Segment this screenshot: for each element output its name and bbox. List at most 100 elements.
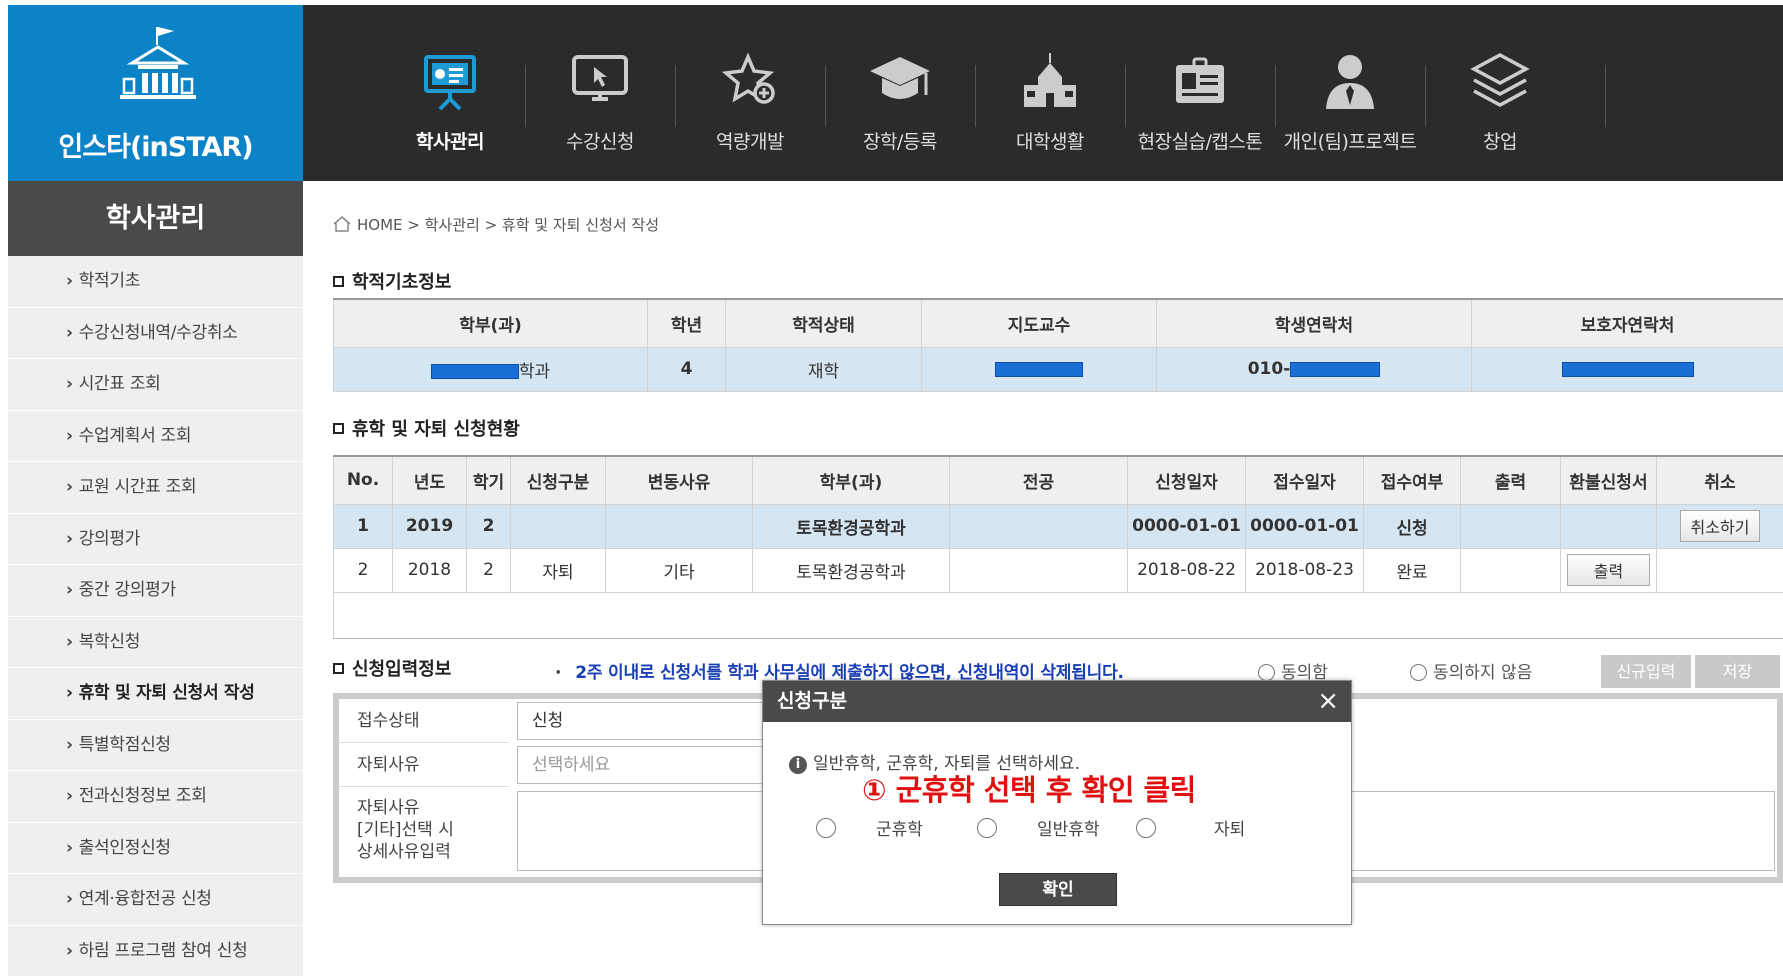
redaction-mask xyxy=(995,362,1083,377)
radio-circle[interactable] xyxy=(816,818,836,838)
cell-apply-date: 2018-08-22 xyxy=(1128,548,1246,592)
redaction-mask xyxy=(1290,362,1380,377)
sidebar-item-faculty-timetable[interactable]: 교원 시간표 조회 xyxy=(8,462,303,514)
cell-year: 2018 xyxy=(393,548,467,592)
cell-refund: 출력 xyxy=(1561,548,1657,592)
sidebar-item-leave-withdrawal[interactable]: 휴학 및 자퇴 신청서 작성 xyxy=(8,668,303,720)
new-entry-button[interactable]: 신규입력 xyxy=(1601,655,1691,688)
cell-refund xyxy=(1561,504,1657,548)
table-row[interactable]: 2 2018 2 자퇴 기타 토목환경공학과 2018-08-22 2018-0… xyxy=(334,548,1783,592)
table-row[interactable]: 1 2019 2 토목환경공학과 0000-01-01 0000-01-01 신… xyxy=(334,504,1783,548)
nav-field-practice[interactable]: 현장실습/캡스톤 xyxy=(1125,5,1275,181)
column-header: 학적상태 xyxy=(726,299,922,347)
guardian-phone-cell xyxy=(1472,347,1783,391)
cell-no: 2 xyxy=(334,548,393,592)
top-nav: 학사관리 수강신청 역량개발 장학/등록 xyxy=(303,5,1783,181)
save-button[interactable]: 저장 xyxy=(1695,655,1780,688)
instruction-annotation: ① 군휴학 선택 후 확인 클릭 xyxy=(862,767,1196,809)
cell-major xyxy=(950,548,1128,592)
radio-circle[interactable] xyxy=(977,818,997,838)
withdraw-reason-select[interactable]: 선택하세요 xyxy=(517,746,777,784)
cell-reason xyxy=(606,504,753,548)
column-header: 지도교수 xyxy=(922,299,1157,347)
option-general-leave[interactable]: 일반휴학 xyxy=(977,815,1100,840)
cell-cancel: 취소하기 xyxy=(1657,504,1783,548)
sidebar-item-return-to-school[interactable]: 복학신청 xyxy=(8,617,303,669)
dept-cell: 학과 xyxy=(334,347,648,391)
sidebar-item-course-evaluation[interactable]: 강의평가 xyxy=(8,514,303,566)
sidebar-item-harim-program[interactable]: 하림 프로그램 참여 신청 xyxy=(8,926,303,977)
nav-scholarship[interactable]: 장학/등록 xyxy=(825,5,975,181)
cell-dept: 토목환경공학과 xyxy=(753,548,950,592)
id-card-icon xyxy=(1168,49,1232,113)
presentation-board-icon xyxy=(418,49,482,113)
disagree-radio[interactable]: 동의하지 않음 xyxy=(1410,658,1532,683)
nav-project[interactable]: 개인(팀)프로젝트 xyxy=(1275,5,1425,181)
cell-recv-date: 2018-08-23 xyxy=(1246,548,1364,592)
radio-circle[interactable] xyxy=(1410,664,1427,681)
radio-circle[interactable] xyxy=(1258,664,1275,681)
radio-circle[interactable] xyxy=(1136,818,1156,838)
cell-kind: 자퇴 xyxy=(511,548,606,592)
recv-status-label: 접수상태 xyxy=(339,699,509,743)
year-cell: 4 xyxy=(648,347,726,391)
sidebar-item-special-credit[interactable]: 특별학점신청 xyxy=(8,720,303,772)
cell-no: 1 xyxy=(334,504,393,548)
sidebar-item-midterm-evaluation[interactable]: 중간 강의평가 xyxy=(8,565,303,617)
layers-icon xyxy=(1468,49,1532,113)
nav-campus-life[interactable]: 대학생활 xyxy=(975,5,1125,181)
sidebar-item-transfer-info[interactable]: 전과신청정보 조회 xyxy=(8,771,303,823)
logo-title: 인스타(inSTAR) xyxy=(8,125,303,164)
nav-startup[interactable]: 창업 xyxy=(1425,5,1575,181)
column-header: 학부(과) xyxy=(753,456,950,504)
column-header: 학년 xyxy=(648,299,726,347)
cancel-application-button[interactable]: 취소하기 xyxy=(1680,510,1761,542)
monitor-cursor-icon xyxy=(568,49,632,113)
cell-major xyxy=(950,504,1128,548)
withdraw-reason-label: 자퇴사유 xyxy=(339,743,509,787)
section-title-text: 신청입력정보 xyxy=(352,659,451,680)
recv-status-field[interactable]: 신청 xyxy=(517,702,777,740)
sidebar-item-joint-major[interactable]: 연계·융합전공 신청 xyxy=(8,874,303,926)
close-icon[interactable]: × xyxy=(1317,686,1339,716)
cell-print xyxy=(1461,504,1561,548)
breadcrumb: HOME > 학사관리 > 휴학 및 자퇴 신청서 작성 xyxy=(333,214,659,235)
sidebar-item-syllabus[interactable]: 수업계획서 조회 xyxy=(8,411,303,463)
sidebar-item-basic-record[interactable]: 학적기초 xyxy=(8,256,303,308)
column-header: 신청구분 xyxy=(511,456,606,504)
column-header: 학생연락처 xyxy=(1157,299,1472,347)
column-header: 전공 xyxy=(950,456,1128,504)
logo[interactable]: 인스타(inSTAR) xyxy=(8,5,303,181)
option-label: 일반휴학 xyxy=(1037,820,1100,840)
cell-term: 2 xyxy=(467,548,511,592)
confirm-button[interactable]: 확인 xyxy=(999,873,1117,906)
redaction-mask xyxy=(1562,362,1694,377)
section-title-basic: 학적기초정보 xyxy=(333,268,451,294)
option-withdrawal[interactable]: 자퇴 xyxy=(1136,815,1245,840)
info-icon: i xyxy=(789,756,807,774)
column-header: 환불신청서 xyxy=(1561,456,1657,504)
nav-competency[interactable]: 역량개발 xyxy=(675,5,825,181)
disagree-label: 동의하지 않음 xyxy=(1433,663,1532,683)
cell-cancel xyxy=(1657,548,1783,592)
sidebar-item-course-history[interactable]: 수강신청내역/수강취소 xyxy=(8,308,303,360)
nav-academic[interactable]: 학사관리 xyxy=(375,5,525,181)
column-header: 신청일자 xyxy=(1128,456,1246,504)
nav-separator xyxy=(1605,65,1606,127)
sidebar-item-attendance[interactable]: 출석인정신청 xyxy=(8,823,303,875)
column-header: 학부(과) xyxy=(334,299,648,347)
cell-reason: 기타 xyxy=(606,548,753,592)
cell-recv-date: 0000-01-01 xyxy=(1246,504,1364,548)
section-title-input: 신청입력정보 xyxy=(333,655,451,681)
square-bullet-icon xyxy=(333,276,344,287)
refund-print-button[interactable]: 출력 xyxy=(1567,554,1650,586)
column-header: 보호자연락처 xyxy=(1472,299,1783,347)
category-modal: 신청구분 × i일반휴학, 군휴학, 자퇴를 선택하세요. ① 군휴학 선택 후… xyxy=(762,680,1352,925)
nav-registration[interactable]: 수강신청 xyxy=(525,5,675,181)
cell-recv-status: 완료 xyxy=(1364,548,1461,592)
school-building-icon xyxy=(1018,49,1082,113)
sidebar-item-timetable[interactable]: 시간표 조회 xyxy=(8,359,303,411)
column-header: 접수여부 xyxy=(1364,456,1461,504)
column-header: No. xyxy=(334,456,393,504)
option-military-leave[interactable]: 군휴학 xyxy=(816,815,923,840)
